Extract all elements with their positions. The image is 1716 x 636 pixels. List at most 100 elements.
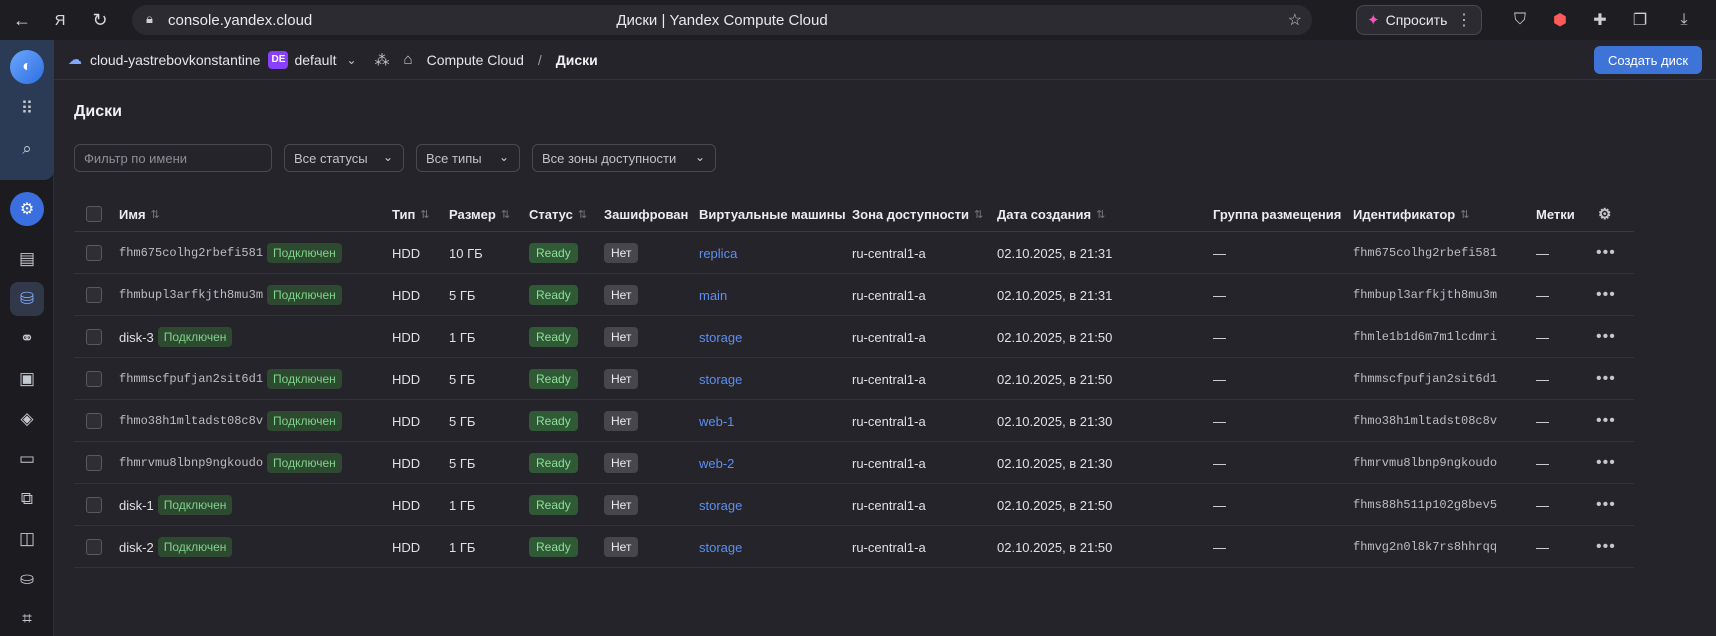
row-checkbox[interactable]	[86, 497, 102, 513]
disk-name[interactable]: fhmrvmu8lbnp9ngkoudo	[119, 456, 263, 470]
status-filter-select[interactable]: Все статусы ⌄	[284, 144, 404, 172]
folder-icon[interactable]: ▭	[10, 442, 44, 476]
table-settings-gear-icon[interactable]: ⚙	[1598, 196, 1611, 232]
breadcrumb-compute-cloud[interactable]: Compute Cloud	[427, 52, 524, 68]
vm-link-cell[interactable]: web-1	[699, 400, 734, 442]
more-vertical-icon[interactable]: ⋮	[1456, 10, 1473, 30]
folder-selector[interactable]: default	[294, 52, 336, 68]
table-row[interactable]: fhmo38h1mltadst08c8v Подключен HDD 5 ГБ Read…	[74, 400, 1634, 442]
disk-name-cell: fhmo38h1mltadst08c8v Подключен	[119, 400, 342, 442]
column-status[interactable]: Статус ⇅	[529, 196, 587, 232]
table-row[interactable]: disk-2 Подключен HDD 1 ГБ Ready Нет storage ru-…	[74, 526, 1634, 568]
column-type[interactable]: Тип ⇅	[392, 196, 430, 232]
vm-link-cell[interactable]: storage	[699, 316, 742, 358]
vm-link-cell[interactable]: storage	[699, 358, 742, 400]
search-icon[interactable]: ⌕	[10, 132, 44, 166]
vm-link[interactable]: replica	[699, 246, 737, 261]
network-icon[interactable]: ⚭	[10, 322, 44, 356]
disk-name[interactable]: fhmo38h1mltadst08c8v	[119, 414, 263, 428]
row-checkbox[interactable]	[86, 371, 102, 387]
disk-name[interactable]: fhmbupl3arfkjth8mu3m	[119, 288, 263, 302]
extension-red-icon[interactable]: ⬢	[1546, 6, 1574, 34]
back-arrow-icon[interactable]: ←	[6, 4, 38, 36]
vm-link[interactable]: web-2	[699, 456, 734, 471]
more-horizontal-icon[interactable]: •••	[1596, 244, 1616, 262]
column-created[interactable]: Дата создания ⇅	[997, 196, 1105, 232]
grid-menu-icon[interactable]: ⠿	[10, 92, 44, 126]
bookmark-icon[interactable]: ☆	[1288, 10, 1302, 30]
vm-link[interactable]: web-1	[699, 414, 734, 429]
images-icon[interactable]: ▣	[10, 362, 44, 396]
table-row[interactable]: fhmbupl3arfkjth8mu3m Подключен HDD 5 ГБ Read…	[74, 274, 1634, 316]
disk-name[interactable]: fhmmscfpufjan2sit6d1	[119, 372, 263, 386]
vm-list-icon[interactable]: ▤	[10, 242, 44, 276]
more-horizontal-icon[interactable]: •••	[1596, 454, 1616, 472]
table-row[interactable]: fhmmscfpufjan2sit6d1 Подключен HDD 5 ГБ Read…	[74, 358, 1634, 400]
row-checkbox[interactable]	[86, 287, 102, 303]
column-name[interactable]: Имя ⇅	[119, 196, 160, 232]
disk-name[interactable]: disk-2	[119, 540, 154, 555]
disk-zone: ru-central1-a	[852, 287, 926, 303]
puzzle-icon[interactable]: ✚	[1586, 6, 1614, 34]
disk-name[interactable]: fhm675colhg2rbefi581	[119, 246, 263, 260]
row-checkbox[interactable]	[86, 455, 102, 471]
layers-icon[interactable]: ◈	[10, 402, 44, 436]
table-row[interactable]: disk-1 Подключен HDD 1 ГБ Ready Нет storage ru-…	[74, 484, 1634, 526]
chip-icon[interactable]: ⌗	[10, 602, 44, 636]
type-filter-select[interactable]: Все типы ⌄	[416, 144, 520, 172]
more-horizontal-icon[interactable]: •••	[1596, 370, 1616, 388]
home-icon[interactable]: ⌂	[404, 51, 413, 68]
column-zone[interactable]: Зона доступности ⇅	[852, 196, 983, 232]
row-checkbox[interactable]	[86, 539, 102, 555]
collections-icon[interactable]: ❐	[1626, 6, 1654, 34]
row-checkbox[interactable]	[86, 329, 102, 345]
address-bar[interactable]: 🔒︎ console.yandex.cloud Диски | Yandex C…	[132, 5, 1312, 35]
services-graph-icon[interactable]: ⁂	[375, 51, 390, 69]
more-horizontal-icon[interactable]: •••	[1596, 496, 1616, 514]
instance-groups-icon[interactable]: ⧉	[10, 482, 44, 516]
vm-link[interactable]: storage	[699, 372, 742, 387]
column-id[interactable]: Идентификатор ⇅	[1353, 196, 1469, 232]
more-horizontal-icon[interactable]: •••	[1596, 328, 1616, 346]
ask-button[interactable]: ✦ Спросить ⋮	[1356, 5, 1482, 35]
reload-icon[interactable]: ↻	[84, 4, 116, 36]
backup-icon[interactable]: ⛀	[10, 562, 44, 596]
disks-icon[interactable]: ⛁	[10, 282, 44, 316]
more-horizontal-icon[interactable]: •••	[1596, 538, 1616, 556]
vm-link[interactable]: storage	[699, 498, 742, 513]
snapshots-icon[interactable]: ◫	[10, 522, 44, 556]
vm-link-cell[interactable]: main	[699, 274, 727, 316]
disk-name[interactable]: disk-1	[119, 498, 154, 513]
row-checkbox[interactable]	[86, 413, 102, 429]
more-horizontal-icon[interactable]: •••	[1596, 412, 1616, 430]
yandex-home-icon[interactable]: Я	[44, 4, 76, 36]
disk-name[interactable]: disk-3	[119, 330, 154, 345]
name-filter-input[interactable]: Фильтр по имени	[74, 144, 272, 172]
select-all-cell	[86, 196, 102, 232]
column-type-label: Тип	[392, 206, 416, 222]
vm-link[interactable]: main	[699, 288, 727, 303]
create-disk-button[interactable]: Создать диск	[1594, 46, 1702, 74]
more-horizontal-icon[interactable]: •••	[1596, 286, 1616, 304]
page-title: Диски	[74, 103, 122, 120]
row-checkbox[interactable]	[86, 245, 102, 261]
compute-service-icon[interactable]: ⚙	[10, 192, 44, 226]
yandex-cloud-logo-icon[interactable]: ◐	[10, 50, 44, 84]
vm-link-cell[interactable]: web-2	[699, 442, 734, 484]
download-icon[interactable]: ⤓	[1670, 6, 1698, 34]
zone-filter-select[interactable]: Все зоны доступности ⌄	[532, 144, 716, 172]
shield-icon[interactable]: ⛉	[1506, 6, 1534, 34]
column-size[interactable]: Размер ⇅	[449, 196, 510, 232]
table-row[interactable]: fhm675colhg2rbefi581 Подключен HDD 10 ГБ Rea…	[74, 232, 1634, 274]
table-row[interactable]: fhmrvmu8lbnp9ngkoudo Подключен HDD 5 ГБ Read…	[74, 442, 1634, 484]
vm-link-cell[interactable]: replica	[699, 232, 737, 274]
table-row[interactable]: disk-3 Подключен HDD 1 ГБ Ready Нет storage ru-…	[74, 316, 1634, 358]
vm-link[interactable]: storage	[699, 540, 742, 555]
disk-status-cell: Ready	[529, 358, 578, 400]
vm-link-cell[interactable]: storage	[699, 484, 742, 526]
cloud-name[interactable]: cloud-yastrebovkonstantine	[90, 52, 260, 68]
select-all-checkbox[interactable]	[86, 206, 102, 222]
vm-link[interactable]: storage	[699, 330, 742, 345]
vm-link-cell[interactable]: storage	[699, 526, 742, 568]
chevron-down-icon[interactable]: ⌄	[346, 53, 356, 67]
